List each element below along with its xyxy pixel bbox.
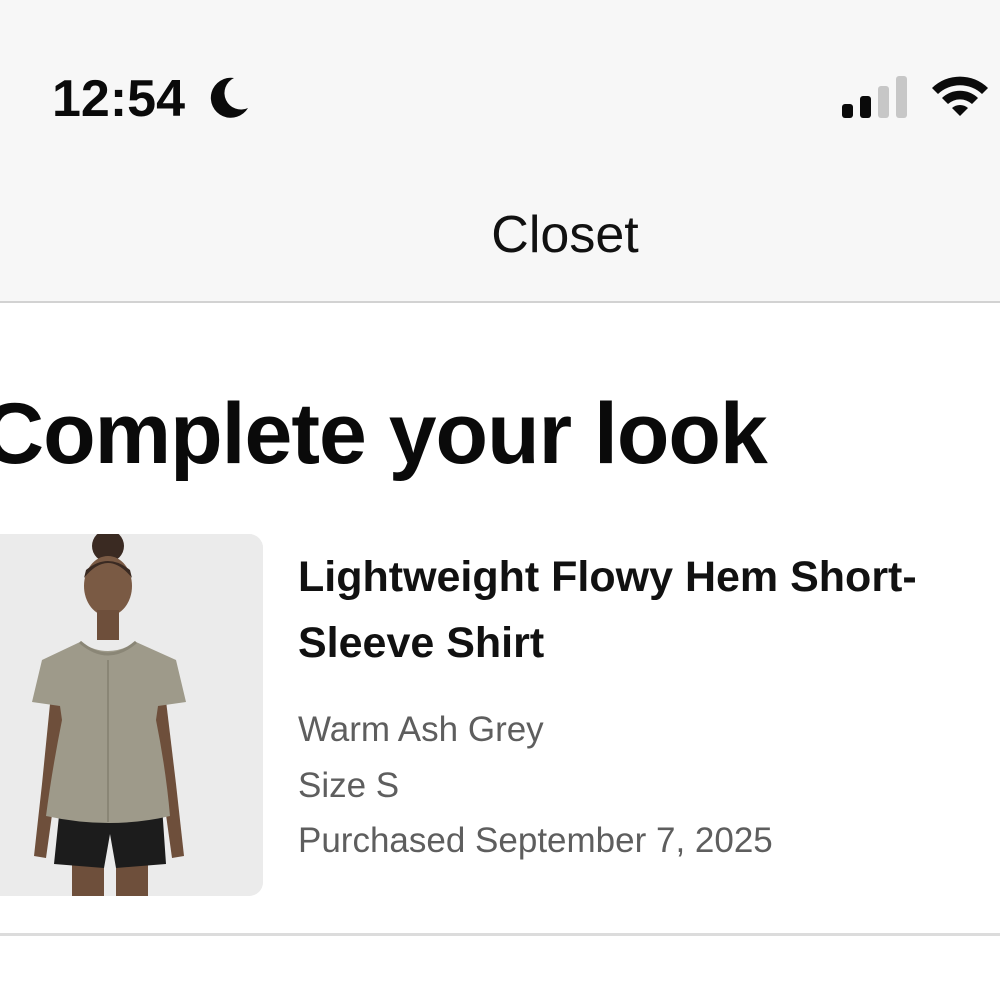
divider xyxy=(0,933,1000,936)
product-photo xyxy=(0,534,263,896)
cellular-signal-icon xyxy=(842,76,907,118)
page-title: Closet xyxy=(491,206,639,264)
top-bar: 12:54 Closet xyxy=(0,0,1000,303)
product-color: Warm Ash Grey xyxy=(298,710,544,749)
moon-icon xyxy=(210,77,248,118)
product-image[interactable] xyxy=(0,534,263,896)
status-time: 12:54 xyxy=(52,70,185,128)
product-card[interactable]: Lightweight Flowy Hem Short-Sleeve Shirt… xyxy=(0,534,1000,936)
wifi-icon xyxy=(932,76,988,116)
product-size: Size S xyxy=(298,766,400,805)
section-heading: Complete your look xyxy=(0,386,768,482)
purchase-date: Purchased September 7, 2025 xyxy=(298,821,773,860)
product-name[interactable]: Lightweight Flowy Hem Short-Sleeve Shirt xyxy=(298,544,988,676)
